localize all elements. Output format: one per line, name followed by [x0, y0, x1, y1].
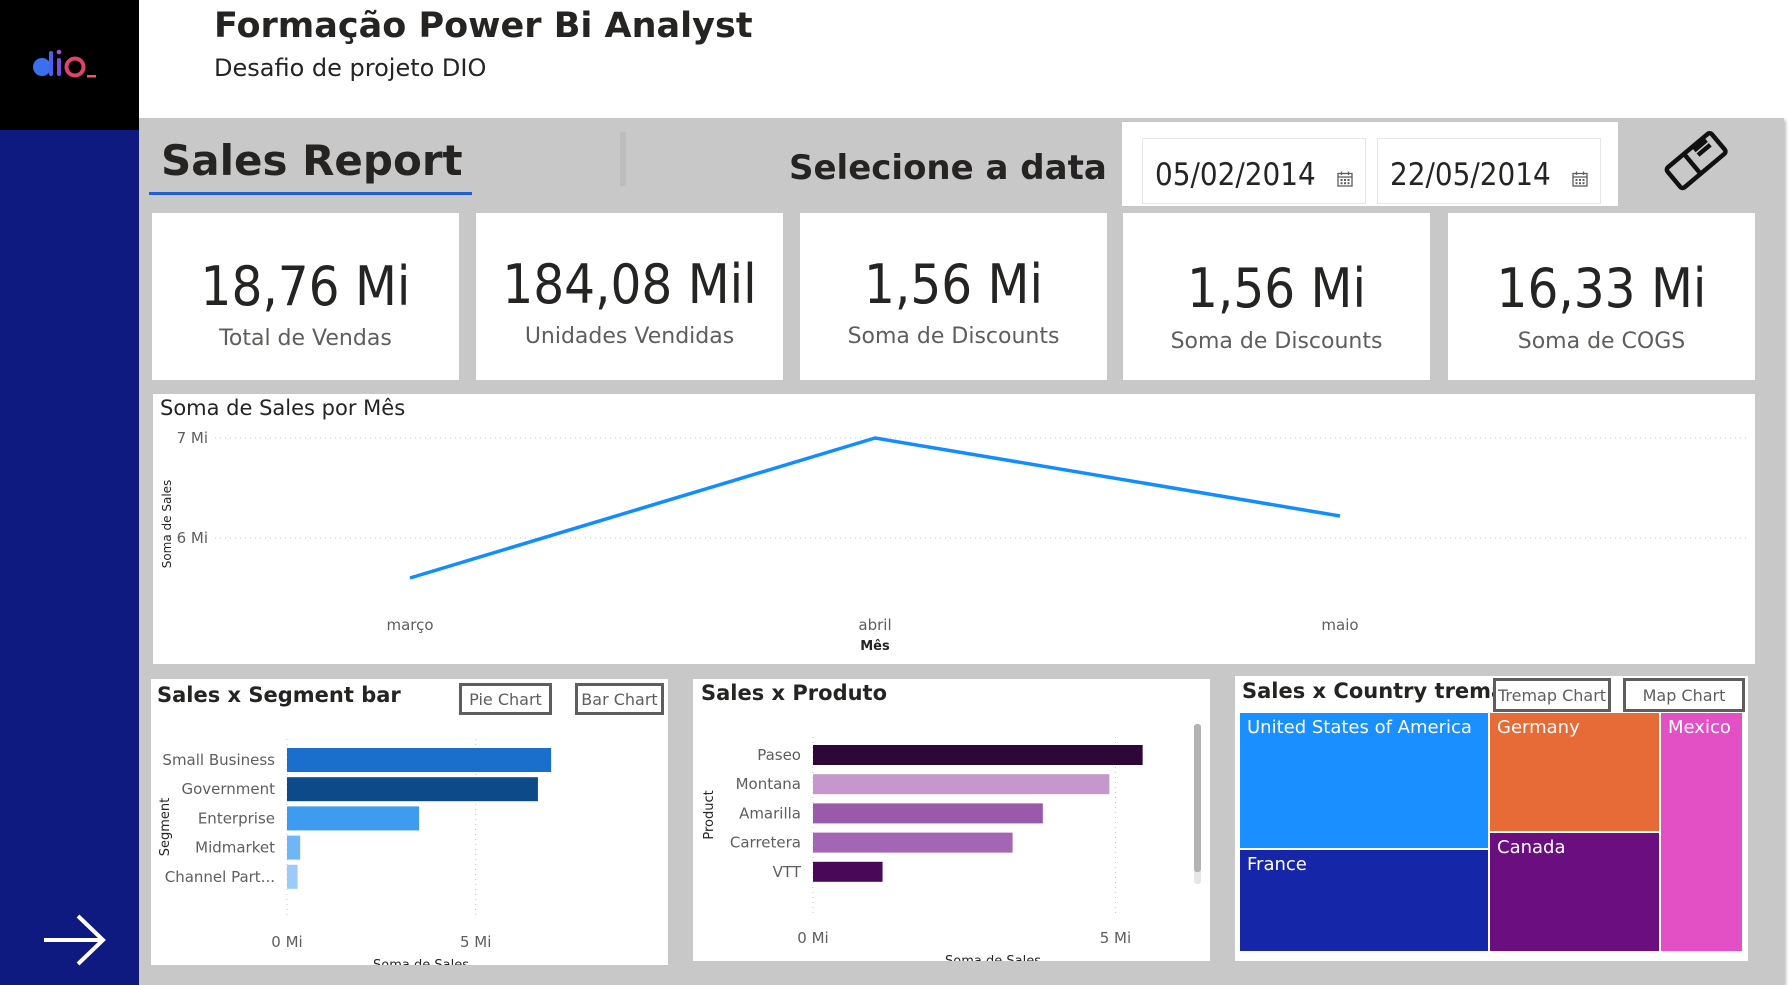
bar: [287, 864, 298, 889]
end-date-input[interactable]: 22/05/2014: [1377, 138, 1601, 204]
treemap-label: Germany: [1497, 717, 1580, 738]
kpi-card-unidades-vendidas: 184,08 Mil Unidades Vendidas: [476, 213, 783, 380]
x-axis-title: Soma de Sales: [373, 958, 469, 965]
treemap-title: Sales x Country tremap: [1242, 679, 1521, 703]
category-label: Paseo: [757, 746, 801, 764]
bar: [813, 861, 883, 882]
calendar-icon[interactable]: [1572, 171, 1588, 187]
treemap-cell-usa[interactable]: United States of America: [1240, 713, 1490, 850]
category-label: Midmarket: [195, 839, 275, 857]
bar: [813, 745, 1143, 765]
category-label: Channel Part...: [165, 868, 275, 886]
report-title-underline: [149, 192, 472, 195]
treemap-cell-france[interactable]: France: [1240, 850, 1490, 953]
scrollbar-track[interactable]: [1194, 724, 1201, 884]
kpi-card-soma-discounts: 1,56 Mi Soma de Discounts: [800, 213, 1107, 380]
bar: [813, 803, 1043, 824]
x-axis-title: Mês: [860, 639, 890, 654]
country-treemap-panel: Sales x Country tremap Tremap Chart Map …: [1235, 676, 1748, 961]
bar: [287, 748, 552, 772]
treemap-label: Canada: [1497, 837, 1566, 858]
date-selector-label: Selecione a data: [789, 148, 1107, 188]
line-chart-svg: 6 Mi 7 Mi março abril maio Mês Soma de Sales: [160, 429, 1748, 654]
kpi-label: Soma de COGS: [1517, 329, 1686, 354]
y-axis-title: Product: [702, 790, 717, 839]
x-axis-title: Soma de Sales: [945, 954, 1041, 961]
treemap-cell-canada[interactable]: Canada: [1490, 833, 1661, 953]
line-chart-panel: Soma de Sales por Mês 6 Mi 7 Mi março abril…: [153, 394, 1755, 664]
kpi-label: Soma de Discounts: [847, 324, 1060, 349]
x-tick-label: 0 Mi: [797, 929, 828, 947]
x-tick-label: abril: [858, 616, 891, 634]
category-label: Carretera: [730, 834, 801, 852]
arrow-right-icon[interactable]: [40, 910, 110, 970]
kpi-value: 16,33 Mi: [1496, 257, 1707, 320]
kpi-card-total-vendas: 18,76 Mi Total de Vendas: [152, 213, 459, 380]
page-title: Formação Power Bi Analyst: [214, 6, 753, 46]
start-date-input[interactable]: 05/02/2014: [1142, 138, 1366, 204]
y-tick-label: 6 Mi: [177, 529, 208, 547]
category-label: Amarilla: [739, 804, 801, 822]
treemap-label: United States of America: [1247, 717, 1472, 738]
start-date-value: 05/02/2014: [1155, 157, 1316, 193]
report-title: Sales Report: [161, 136, 463, 185]
page-subtitle: Desafio de projeto DIO: [214, 54, 487, 82]
bar: [287, 777, 538, 802]
x-tick-label: 5 Mi: [1100, 929, 1131, 947]
category-label: Government: [181, 780, 275, 798]
scrollbar-thumb[interactable]: [1194, 724, 1201, 872]
kpi-card-soma-cogs: 16,33 Mi Soma de COGS: [1448, 213, 1755, 380]
x-tick-label: 0 Mi: [271, 933, 302, 951]
product-bar-chart-svg: 0 Mi 5 Mi Paseo Montana Amarilla Carretera VTT…: [702, 737, 1143, 961]
x-tick-label: 5 Mi: [460, 933, 491, 951]
kpi-card-soma-discounts-2: 1,56 Mi Soma de Discounts: [1123, 213, 1430, 380]
kpi-label: Unidades Vendidas: [524, 324, 735, 349]
bar: [287, 835, 301, 860]
kpi-value: 1,56 Mi: [864, 253, 1043, 316]
segment-bar-chart-svg: 0 Mi 5 Mi Small Business Government Enterpri…: [158, 739, 552, 965]
x-tick-label: março: [386, 616, 433, 634]
header-divider: [620, 132, 626, 186]
category-label: VTT: [773, 863, 802, 881]
calendar-icon[interactable]: [1337, 171, 1353, 187]
treemap-cell-germany[interactable]: Germany: [1490, 713, 1661, 833]
kpi-value: 1,56 Mi: [1187, 257, 1366, 320]
product-bar-panel: Sales x Produto 0 Mi 5 Mi Paseo Montana Amar…: [693, 679, 1210, 961]
treemap-label: Mexico: [1668, 717, 1731, 738]
x-tick-label: maio: [1321, 616, 1358, 634]
kpi-value: 184,08 Mil: [502, 253, 757, 316]
treemap-toggle-button[interactable]: Tremap Chart: [1493, 678, 1611, 712]
bar: [813, 774, 1110, 795]
kpi-value: 18,76 Mi: [200, 255, 411, 318]
bar: [813, 832, 1013, 853]
y-tick-label: 7 Mi: [177, 429, 208, 447]
treemap-cell-mexico[interactable]: Mexico: [1661, 713, 1742, 953]
report-page: Formação Power Bi Analyst Desafio de pro…: [0, 0, 1789, 985]
y-axis-title: Segment: [158, 798, 173, 857]
dio-logo: [0, 0, 139, 130]
map-chart-toggle-button[interactable]: Map Chart: [1623, 678, 1745, 712]
date-range-slicer: 05/02/2014 22/05/2014: [1122, 122, 1618, 206]
treemap-label: France: [1247, 854, 1307, 875]
segment-bar-panel: Sales x Segment bar Pie Chart Bar Chart …: [151, 679, 668, 965]
bar: [287, 806, 420, 831]
kpi-label: Soma de Discounts: [1170, 329, 1383, 354]
category-label: Small Business: [162, 751, 275, 769]
left-navigation-rail: [0, 130, 139, 985]
end-date-value: 22/05/2014: [1390, 157, 1551, 193]
kpi-label: Total de Vendas: [219, 326, 392, 351]
y-axis-title: Soma de Sales: [160, 480, 174, 569]
category-label: Enterprise: [198, 809, 275, 827]
dio-logo-icon: [32, 49, 96, 78]
clear-filters-eraser-icon[interactable]: [1660, 128, 1732, 196]
category-label: Montana: [736, 775, 801, 793]
sales-line-series: [409, 436, 1341, 580]
